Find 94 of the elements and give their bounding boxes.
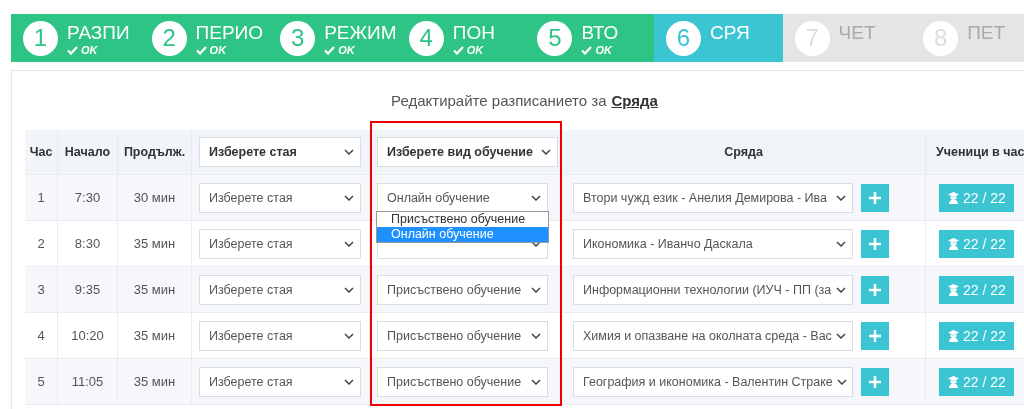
heading-text: Редактирайте разписанието за [391,91,607,111]
chevron-icon [836,332,846,339]
step-status: OK [452,44,495,56]
chevron-icon [344,149,354,155]
student-icon [947,329,961,342]
mode-select[interactable]: Присъствено обучение [377,320,548,351]
subject-select[interactable]: Информационни технологии (ИУЧ - ПП (за [573,274,853,305]
chevron-icon [836,378,847,385]
start-cell: 7:30 [58,175,118,220]
step-number: 3 [280,20,316,56]
hour-cell: 5 [25,359,58,404]
start-cell: 8:30 [58,221,118,266]
add-button[interactable] [861,321,889,350]
step-label: ВТО [581,22,619,44]
room-select[interactable]: Изберете стая [199,366,361,397]
mode-select[interactable]: Присъствено обучение [377,274,548,305]
subject-select[interactable]: Икономика - Иванчо Даскала [573,228,853,259]
hour-cell: 2 [25,221,58,266]
hour-cell: 3 [25,267,58,312]
step-status: OK [324,44,397,56]
subject-select[interactable]: Втори чужд език - Анелия Демирова - Ива [573,182,853,213]
mode-select[interactable]: Онлайн обучение [377,182,548,213]
plus-icon [869,191,881,204]
add-button[interactable] [861,367,889,396]
step-label: ПЕРИО [195,22,264,44]
day-link[interactable]: Сряда [611,91,658,111]
check-icon [67,45,78,55]
step-number: 2 [151,20,187,56]
room-select[interactable]: Изберете стая [199,228,361,259]
student-icon [947,191,961,204]
chevron-icon [531,240,541,247]
step-label: РАЗПИ [67,22,130,44]
plus-icon [869,237,881,250]
duration-cell: 35 мин [118,221,192,266]
hour-cell: 4 [25,313,58,358]
mode-filter-select[interactable]: Изберете вид обучение [377,137,558,167]
mode-select[interactable]: Присъствено обучение [377,366,548,397]
chevron-icon [531,332,541,339]
chevron-icon [531,286,541,293]
chevron-icon [541,149,551,155]
room-select[interactable]: Изберете стая [199,274,361,305]
step-status: OK [195,44,264,56]
check-icon [324,45,336,55]
subject-select[interactable]: Химия и опазване на околната среда - Вас [573,320,853,351]
column-header: Продълж. [118,130,192,174]
chevron-icon [531,378,541,385]
step-number: 5 [537,20,573,56]
chevron-icon [836,194,846,201]
chevron-icon [836,286,846,293]
add-button[interactable] [861,183,889,212]
check-icon [581,45,593,55]
column-header: Начало [58,130,118,174]
step-status: OK [581,44,619,56]
duration-cell: 35 мин [118,359,192,404]
start-cell: 10:20 [58,313,118,358]
start-cell: 11:05 [58,359,118,404]
chevron-icon [344,286,354,293]
column-header: Час [25,130,58,174]
plus-icon [869,375,881,388]
plus-icon [869,283,881,296]
room-select[interactable]: Изберете стая [199,182,361,213]
step-number: 4 [408,20,444,56]
step-number: 6 [665,20,701,56]
column-header: Сряда [562,130,926,174]
step-label: ПОН [452,22,495,44]
room-select[interactable]: Изберете стая [199,320,361,351]
student-icon [947,237,961,250]
chevron-icon [344,378,354,385]
step-label: ПЕТ [967,22,1006,44]
chevron-icon [344,194,354,201]
add-button[interactable] [861,275,889,304]
chevron-icon [344,240,354,247]
check-icon [452,45,464,55]
step-status: OK [67,44,130,56]
room-filter-select[interactable]: Изберете стая [199,137,361,167]
subject-select[interactable]: География и икономика - Валентин Страке [573,366,853,397]
chevron-icon [344,332,354,339]
student-icon [947,375,961,388]
step-label: ЧЕТ [838,22,876,44]
duration-cell: 35 мин [118,313,192,358]
column-header: Ученици в час [926,130,1024,174]
start-cell: 9:35 [58,267,118,312]
check-icon [195,45,207,55]
step-label: СРЯ [709,22,750,44]
step-label: РЕЖИМ [324,22,397,44]
chevron-icon [836,240,846,247]
chevron-icon [531,194,541,201]
hour-cell: 1 [25,175,58,220]
duration-cell: 30 мин [118,175,192,220]
plus-icon [869,329,881,342]
student-icon [947,283,961,296]
duration-cell: 35 мин [118,267,192,312]
step-number: 1 [23,20,58,56]
add-button[interactable] [861,229,889,258]
